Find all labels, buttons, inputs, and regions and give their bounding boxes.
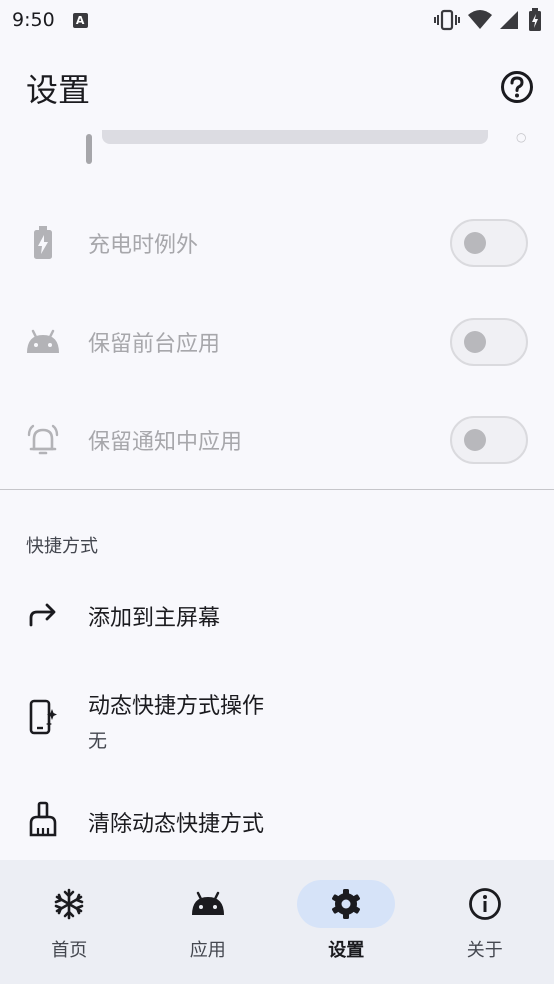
nav-label: 设置 [328, 940, 365, 961]
status-bar: 9:50 A [0, 0, 554, 40]
slider-tick: ○ [516, 130, 527, 144]
section-header-shortcuts: 快捷方式 [26, 536, 98, 557]
nav-item-home[interactable]: 首页 [0, 860, 139, 984]
nav-item-about[interactable]: 关于 [416, 860, 554, 984]
status-icons [434, 8, 542, 32]
info-icon [468, 888, 501, 920]
pref-label: 保留前台应用 [88, 332, 221, 357]
nav-item-apps[interactable]: 应用 [139, 860, 278, 984]
signal-icon [500, 11, 518, 29]
toggle-switch[interactable] [450, 416, 528, 464]
snowflake-icon [54, 888, 84, 920]
bell-icon [24, 421, 62, 459]
nav-pill [20, 880, 118, 928]
vibrate-icon [434, 9, 460, 31]
android-icon [24, 323, 62, 361]
nav-item-settings[interactable]: 设置 [277, 860, 416, 984]
add-to-home-screen[interactable]: 添加到主屏幕 [0, 574, 554, 658]
action-title: 清除动态快捷方式 [88, 812, 265, 837]
help-circle-icon [501, 71, 533, 103]
pref-label: 保留通知中应用 [88, 430, 243, 455]
divider [0, 489, 554, 490]
toggle-knob [464, 429, 486, 451]
nav-pill [159, 880, 257, 928]
pref-charging-exception[interactable]: 充电时例外 [0, 194, 554, 292]
slider-handle[interactable] [86, 134, 92, 164]
wifi-icon [468, 10, 492, 29]
toggle-knob [464, 331, 486, 353]
slider-track[interactable] [102, 130, 488, 144]
broom-icon [24, 800, 62, 838]
nav-label: 应用 [189, 940, 226, 961]
bottom-navigation: 首页 应用 设置 关于 [0, 860, 554, 984]
page-title: 设置 [26, 71, 91, 109]
battery-charging-icon [529, 8, 541, 31]
action-title: 添加到主屏幕 [88, 606, 221, 631]
nav-pill [297, 880, 396, 928]
pref-keep-foreground[interactable]: 保留前台应用 [0, 293, 554, 391]
toggle-switch[interactable] [450, 318, 528, 366]
nav-label: 首页 [51, 940, 88, 961]
share-arrow-icon [24, 596, 62, 634]
keyboard-a-icon: A [72, 12, 88, 28]
pref-keep-notification[interactable]: 保留通知中应用 [0, 391, 554, 489]
toggle-knob [464, 232, 486, 254]
action-subtitle: 无 [88, 730, 108, 752]
gear-icon [332, 889, 361, 919]
nav-label: 关于 [466, 940, 503, 961]
slider-preference[interactable]: ○ [86, 130, 526, 166]
action-title: 动态快捷方式操作 [88, 694, 265, 719]
clear-dynamic-shortcuts[interactable]: 清除动态快捷方式 [0, 780, 554, 860]
help-button[interactable] [500, 70, 534, 104]
nav-pill [436, 880, 534, 928]
status-time: 9:50 [12, 9, 55, 31]
toggle-switch[interactable] [450, 219, 528, 267]
phone-sparkle-icon [24, 698, 62, 736]
android-icon [191, 891, 224, 915]
dynamic-shortcut-actions[interactable]: 动态快捷方式操作 无 [0, 668, 554, 778]
pref-label: 充电时例外 [88, 233, 199, 258]
battery-charging-icon [24, 224, 62, 262]
app-bar: 设置 [0, 48, 554, 128]
